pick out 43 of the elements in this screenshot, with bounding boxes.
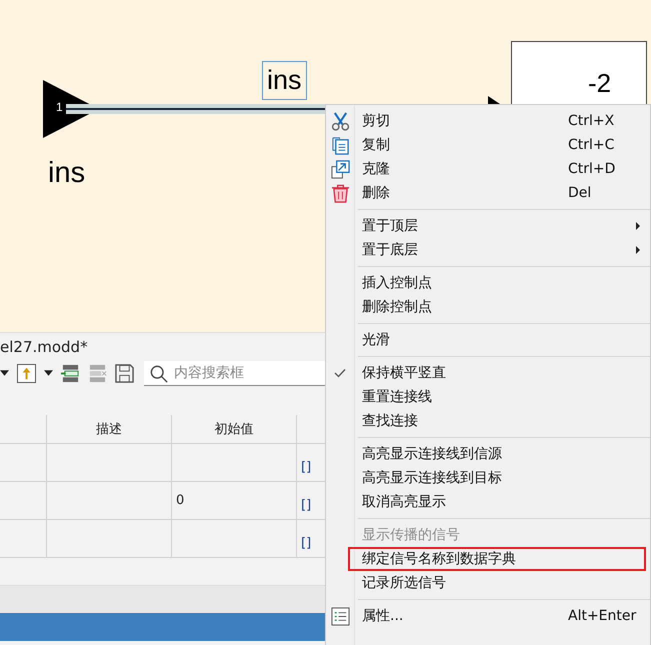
port-number: 1: [56, 100, 63, 114]
menu-item[interactable]: 插入控制点: [326, 271, 646, 295]
menu-item[interactable]: 查找连接: [326, 409, 646, 433]
scissors-icon: [330, 112, 350, 130]
submenu-arrow-icon: [636, 222, 640, 230]
menu-item[interactable]: 置于底层: [326, 238, 646, 262]
caret-icon[interactable]: [44, 370, 53, 376]
block-name: ins: [48, 156, 86, 190]
checkmark-icon: [334, 368, 346, 378]
file-title: el27.modd*: [0, 337, 89, 358]
menu-item[interactable]: 保持横平竖直: [326, 361, 646, 385]
column-header[interactable]: 初始值: [172, 415, 297, 443]
table-cell: []: [301, 498, 312, 513]
menu-item[interactable]: 置于顶层: [326, 214, 646, 238]
signal-label[interactable]: ins: [262, 61, 307, 100]
menu-item[interactable]: 记录所选信号: [326, 571, 646, 595]
menu-item[interactable]: 取消高亮显示: [326, 490, 646, 514]
menu-item[interactable]: 光滑: [326, 328, 646, 352]
menu-item[interactable]: 高亮显示连接线到目标: [326, 466, 646, 490]
table-cell: []: [301, 460, 312, 475]
caret-icon[interactable]: [0, 370, 9, 376]
menu-item[interactable]: 删除 Del: [326, 181, 646, 205]
menu-item[interactable]: 重置连接线: [326, 385, 646, 409]
table-cell: 0: [176, 493, 184, 508]
menu-item[interactable]: 剪切 Ctrl+X: [326, 109, 646, 133]
menu-item[interactable]: 高亮显示连接线到信源: [326, 442, 646, 466]
add-row-icon[interactable]: [61, 364, 80, 382]
menu-item[interactable]: 复制 Ctrl+C: [326, 133, 646, 157]
copy-icon: [330, 136, 350, 154]
save-icon[interactable]: [115, 364, 134, 382]
column-header[interactable]: 描述: [47, 415, 172, 443]
menu-item[interactable]: 属性... Alt+Enter: [326, 604, 646, 628]
clone-icon: [330, 160, 350, 178]
exponent: -2: [588, 68, 612, 98]
table-cell: []: [301, 536, 312, 551]
search-field[interactable]: 内容搜索框: [144, 360, 326, 386]
trash-icon: [330, 184, 350, 202]
menu-item[interactable]: 克隆 Ctrl+D: [326, 157, 646, 181]
search-icon: [150, 364, 168, 382]
menu-item[interactable]: 删除控制点: [326, 295, 646, 319]
submenu-arrow-icon: [636, 246, 640, 254]
menu-item[interactable]: 绑定信号名称到数据字典: [326, 547, 646, 571]
properties-icon: [330, 606, 350, 626]
